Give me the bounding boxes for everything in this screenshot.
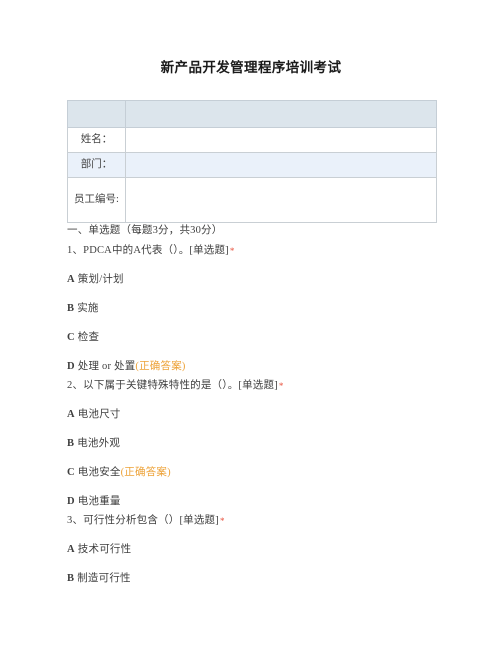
- option-letter-1-b: B: [67, 303, 75, 314]
- option-3-b[interactable]: B 制造可行性: [67, 570, 467, 588]
- option-2-b[interactable]: B 电池外观: [67, 435, 467, 453]
- section-heading-single-choice: 一、单选题（每题3分，共30分）: [67, 225, 223, 236]
- option-1-d[interactable]: D 处理 or 处置(正确答案): [67, 358, 467, 376]
- option-letter-2-d: D: [67, 496, 75, 507]
- option-letter-1-c: C: [67, 332, 75, 343]
- question-text-3: 3、可行性分析包含（）[单选题]*: [67, 512, 467, 530]
- option-letter-1-d: D: [67, 361, 75, 372]
- question-label-3: 3、可行性分析包含（）[单选题]: [67, 515, 219, 526]
- option-text-3-b: 制造可行性: [77, 573, 131, 584]
- option-letter-2-a: A: [67, 409, 75, 420]
- table-row-department: 部门：: [67, 152, 437, 178]
- option-letter-2-b: B: [67, 438, 75, 449]
- option-text-2-a: 电池尺寸: [77, 409, 121, 420]
- option-text-2-b: 电池外观: [77, 438, 121, 449]
- value-employee-id[interactable]: [125, 177, 437, 223]
- table-header-label-cell: [67, 100, 126, 128]
- option-3-a[interactable]: A 技术可行性: [67, 541, 467, 559]
- question-block-2: 2、以下属于关键特殊特性的是（）。[单选题]* A 电池尺寸 B 电池外观 C 电池安…: [67, 377, 467, 511]
- option-text-1-c: 检查: [77, 332, 100, 343]
- option-letter-3-b: B: [67, 573, 75, 584]
- option-letter-1-a: A: [67, 274, 75, 285]
- table-row-employee-id: 员工编号:: [67, 177, 437, 223]
- option-text-3-a: 技术可行性: [77, 544, 132, 555]
- value-department[interactable]: [125, 152, 437, 178]
- required-mark-1: *: [229, 246, 235, 256]
- option-1-a[interactable]: A 策划/计划: [67, 271, 467, 289]
- question-block-3: 3、可行性分析包含（）[单选题]* A 技术可行性 B 制造可行性: [67, 512, 467, 588]
- option-letter-2-c: C: [67, 467, 75, 478]
- option-text-1-a: 策划/计划: [77, 274, 124, 285]
- exam-document-page: 新产品开发管理程序培训考试 姓名： 部门： 员工编号: 一、单选题（每题3分，共…: [0, 0, 502, 649]
- option-2-d[interactable]: D 电池重量: [67, 493, 467, 511]
- required-mark-3: *: [219, 516, 225, 526]
- label-employee-id: 员工编号:: [67, 177, 126, 223]
- respondent-info-table: 姓名： 部门： 员工编号:: [67, 100, 437, 223]
- page-title: 新产品开发管理程序培训考试: [160, 60, 342, 75]
- answer-tag-1-d: (正确答案): [135, 361, 186, 372]
- table-header-row: [67, 100, 437, 128]
- label-name: 姓名：: [67, 127, 126, 153]
- label-department: 部门：: [67, 152, 126, 178]
- option-letter-3-a: A: [67, 544, 75, 555]
- option-text-1-b: 实施: [77, 303, 99, 314]
- option-text-2-d: 电池重量: [77, 496, 121, 507]
- question-text-1: 1、PDCA中的A代表（）。[单选题]*: [67, 242, 467, 260]
- exam-body: 一、单选题（每题3分，共30分） 1、PDCA中的A代表（）。[单选题]* A策…: [67, 222, 467, 588]
- option-text-2-c: 电池安全: [77, 467, 121, 478]
- option-2-c[interactable]: C 电池安全(正确答案): [67, 464, 467, 482]
- option-2-a[interactable]: A 电池尺寸: [67, 406, 467, 424]
- value-name[interactable]: [125, 127, 437, 153]
- answer-tag-2-c: (正确答案): [120, 467, 171, 478]
- table-header-value-cell: [125, 100, 437, 128]
- question-block-1: 1、PDCA中的A代表（）。[单选题]* A 策划/计划 B 实施 C 检查 D 处理 …: [67, 242, 467, 376]
- question-label-1: 1、PDCA中的A代表（）。[单选题]: [67, 245, 229, 256]
- option-1-c[interactable]: C 检查: [67, 329, 467, 347]
- option-text-1-d: 处理 or 处置: [77, 361, 136, 372]
- question-label-2: 2、以下属于关键特殊特性的是（）。[单选题]: [67, 380, 278, 391]
- required-mark-2: *: [278, 381, 284, 391]
- question-text-2: 2、以下属于关键特殊特性的是（）。[单选题]*: [67, 377, 467, 395]
- option-1-b[interactable]: B 实施: [67, 300, 467, 318]
- table-row-name: 姓名：: [67, 127, 437, 153]
